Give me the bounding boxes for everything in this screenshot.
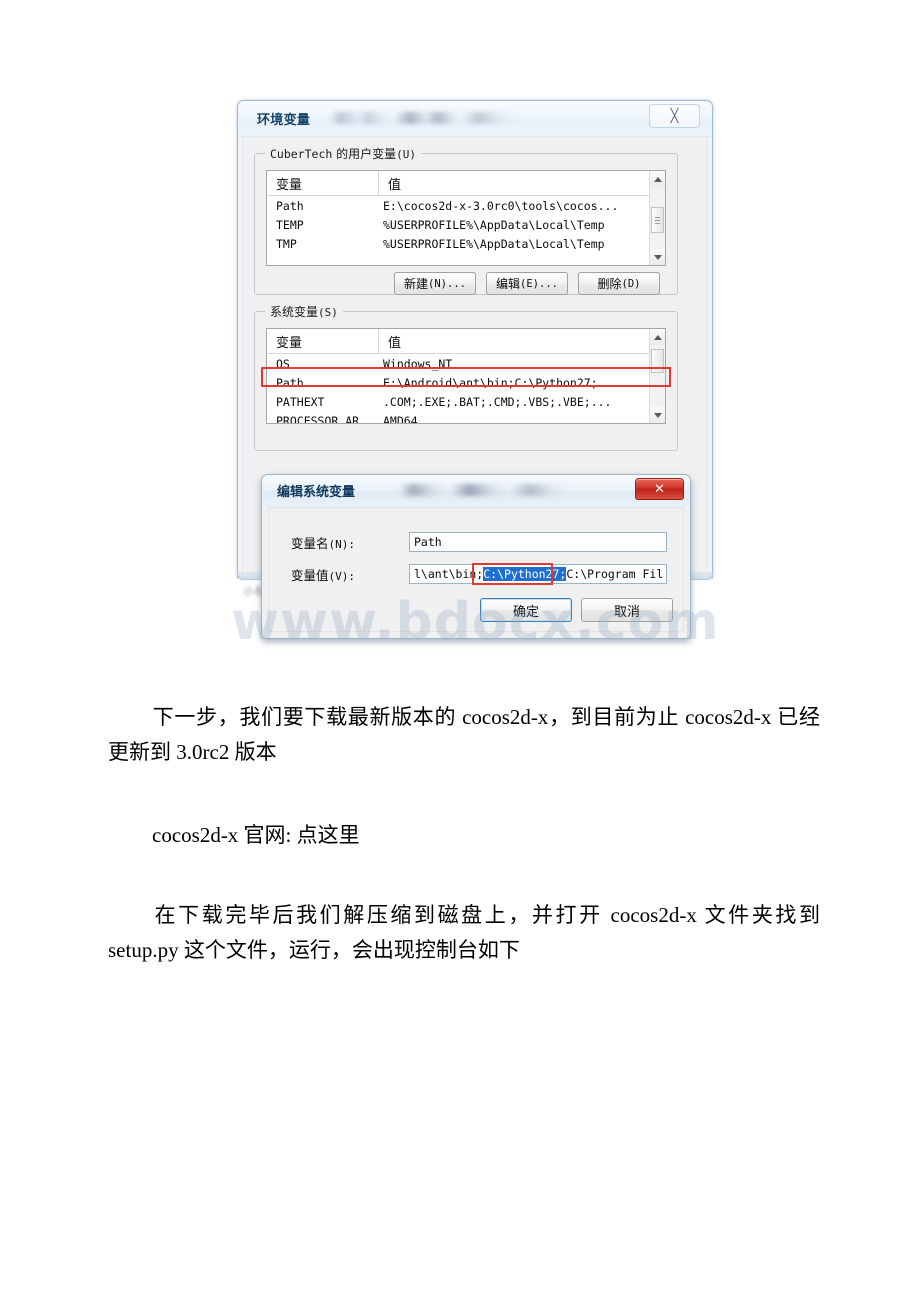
variable-name: Path [276, 198, 304, 213]
user-variables-group-label: CuberTech 的用户变量(U) [265, 145, 422, 162]
system-variables-accesskey: (S) [318, 306, 338, 319]
paragraph-2: cocos2d-x 官网: 点这里 [108, 818, 820, 853]
system-variables-group-label: 系统变量(S) [265, 303, 343, 320]
paragraph-2-text: cocos2d-x 官网: 点这里 [152, 823, 360, 847]
scrollbar-thumb[interactable] [651, 207, 664, 233]
delete-button[interactable]: 删除 (D) [578, 272, 660, 295]
user-variables-listbox[interactable]: 变量 值 Path E:\cocos2d-x-3.0rc0\tools\coco… [266, 170, 666, 266]
variable-name: Path [276, 375, 304, 390]
edit-button-label: 编辑 [496, 277, 521, 291]
user-list-scrollbar[interactable] [649, 171, 665, 265]
variable-value: .COM;.EXE;.BAT;.CMD;.VBS;.VBE;... [383, 394, 612, 409]
dialog-titlebar[interactable]: 环境变量 ╳ [238, 101, 712, 137]
document-page: ] 环境变量 ╳ CuberTech 的用户变量(U) 变量 [0, 0, 920, 1302]
variable-value: E:\Android\ant\bin;C:\Python27;... [383, 375, 619, 390]
user-name-text: CuberTech [270, 147, 333, 161]
variable-value: E:\cocos2d-x-3.0rc0\tools\cocos... [383, 198, 619, 213]
table-row[interactable]: OS Windows_NT [267, 354, 665, 373]
variable-value-input[interactable]: l\ant\bin; C:\Python27; C:\Program Fil [409, 564, 667, 584]
column-header-value[interactable]: 值 [379, 171, 665, 195]
variable-name: TMP [276, 236, 297, 251]
user-variables-accesskey: (U) [396, 148, 417, 161]
variable-value: %USERPROFILE%\AppData\Local\Temp [383, 217, 605, 232]
system-variables-listbox[interactable]: 变量 值 OS Windows_NT Path E:\Android\ant\b… [266, 328, 666, 424]
user-variables-text: 的用户变量 [332, 147, 397, 161]
variable-name-input[interactable]: Path [409, 532, 667, 552]
variable-value-accesskey: (V): [328, 569, 356, 583]
column-header-value[interactable]: 值 [379, 329, 665, 353]
system-list-scrollbar[interactable] [649, 329, 665, 423]
dialog-title: 环境变量 [257, 113, 311, 128]
variable-value-selection: C:\Python27; [483, 567, 567, 581]
edit-button[interactable]: 编辑 (E)... [486, 272, 568, 295]
edit-button-accesskey: (E)... [520, 277, 558, 290]
column-header-variable[interactable]: 变量 [267, 329, 379, 353]
scrollbar-thumb[interactable] [651, 349, 664, 373]
user-variables-header: 变量 值 [267, 171, 665, 196]
variable-name: PATHEXT [276, 394, 325, 409]
edit-dialog-title: 编辑系统变量 [277, 485, 356, 500]
system-variables-text: 系统变量 [270, 305, 319, 319]
scroll-up-arrow-icon[interactable] [650, 329, 665, 345]
user-variable-buttons: 新建 (N)... 编辑 (E)... 删除 (D) [394, 272, 660, 295]
close-icon[interactable]: ✕ [635, 478, 684, 500]
edit-dialog-body: 变量名(N): Path 变量值(V): l\ant\bin; C:\Python… [268, 507, 684, 632]
scroll-down-arrow-icon[interactable] [650, 407, 665, 423]
blurred-title-text [400, 484, 610, 496]
table-row[interactable]: PROCESSOR_AR AMD64 [267, 411, 665, 424]
paragraph-1-text: 下一步，我们要下载最新版本的 cocos2d-x，到目前为止 cocos2d-x… [108, 705, 820, 764]
new-button[interactable]: 新建 (N)... [394, 272, 476, 295]
variable-value-suffix: C:\Program Fil [566, 567, 664, 581]
edit-dialog-titlebar[interactable]: 编辑系统变量 ✕ [262, 475, 690, 506]
variable-name: PROCESSOR_AR [276, 413, 360, 424]
variable-value-prefix: l\ant\bin; [414, 567, 484, 581]
variable-name: TEMP [276, 217, 304, 232]
variable-name-row: 变量名(N): Path [291, 532, 667, 552]
paragraph-3: 在下载完毕后我们解压缩到磁盘上，并打开 cocos2d-x 文件夹找到 setu… [108, 898, 820, 968]
variable-name-label: 变量名(N): [291, 533, 409, 552]
table-row[interactable]: PATHEXT .COM;.EXE;.BAT;.CMD;.VBS;.VBE;..… [267, 392, 665, 411]
delete-button-accesskey: (D) [621, 277, 641, 290]
cancel-button[interactable]: 取消 [581, 598, 673, 622]
variable-value: Windows_NT [383, 356, 453, 371]
paragraph-3-text: 在下载完毕后我们解压缩到磁盘上，并打开 cocos2d-x 文件夹找到 setu… [108, 903, 820, 962]
variable-value: AMD64 [383, 413, 418, 424]
variable-name-value: Path [414, 535, 442, 549]
variable-name-label-text: 变量名 [291, 535, 329, 551]
system-variables-header: 变量 值 [267, 329, 665, 354]
ok-button[interactable]: 确定 [480, 598, 572, 622]
table-row[interactable]: TEMP %USERPROFILE%\AppData\Local\Temp [267, 215, 665, 234]
embedded-screenshot: ] 环境变量 ╳ CuberTech 的用户变量(U) 变量 [231, 100, 719, 652]
scroll-up-arrow-icon[interactable] [650, 171, 665, 187]
close-icon[interactable]: ╳ [649, 104, 700, 128]
delete-button-label: 删除 [597, 277, 622, 291]
variable-value: %USERPROFILE%\AppData\Local\Temp [383, 236, 605, 251]
variable-name: OS [276, 356, 290, 371]
blurred-title-text [330, 112, 530, 124]
scroll-down-arrow-icon[interactable] [650, 249, 665, 265]
table-row[interactable]: Path E:\cocos2d-x-3.0rc0\tools\cocos... [267, 196, 665, 215]
column-header-variable[interactable]: 变量 [267, 171, 379, 195]
user-variables-group: CuberTech 的用户变量(U) 变量 值 Path E:\cocos2d-… [254, 145, 678, 295]
variable-value-label: 变量值(V): [291, 565, 409, 584]
edit-dialog-buttons: 确定 取消 [480, 598, 673, 622]
new-button-accesskey: (N)... [428, 277, 466, 290]
new-button-label: 新建 [404, 277, 429, 291]
variable-value-row: 变量值(V): l\ant\bin; C:\Python27; C:\Program… [291, 564, 667, 584]
table-row-path-selected[interactable]: Path E:\Android\ant\bin;C:\Python27;... [267, 373, 665, 392]
edit-system-variable-dialog: 编辑系统变量 ✕ 变量名(N): Path 变量值(V): l\ant\bin;… [261, 474, 691, 639]
variable-name-accesskey: (N): [328, 537, 356, 551]
paragraph-1: 下一步，我们要下载最新版本的 cocos2d-x，到目前为止 cocos2d-x… [108, 700, 820, 770]
system-variables-group: 系统变量(S) 变量 值 OS Windows_NT Path E:\Andro… [254, 303, 678, 451]
table-row[interactable]: TMP %USERPROFILE%\AppData\Local\Temp [267, 234, 665, 253]
variable-value-label-text: 变量值 [291, 567, 329, 583]
